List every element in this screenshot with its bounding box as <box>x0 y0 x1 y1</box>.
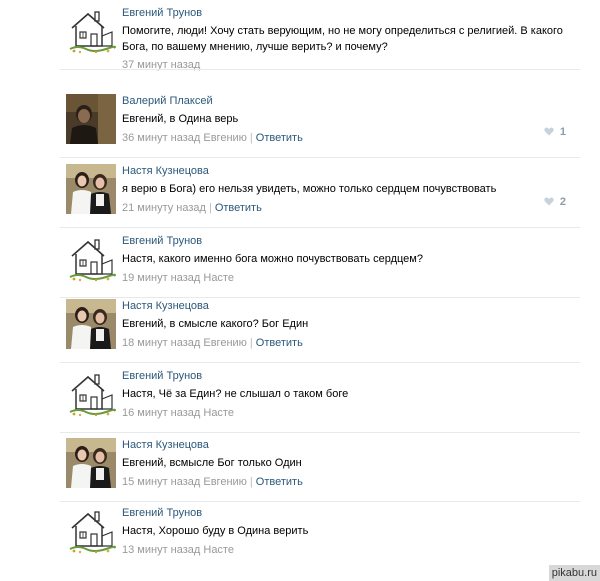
comment-text: Евгений, в смысле какого? Бог Един <box>122 318 309 330</box>
comment-item: Настя Кузнецова я верю в Бога) его нельзя… <box>0 158 590 228</box>
comment-meta: 13 минут назад Насте <box>122 543 572 557</box>
avatar[interactable] <box>66 438 116 488</box>
comment-author-link[interactable]: Валерий Плаксей <box>122 94 213 108</box>
house-drawing-avatar-image <box>66 234 116 284</box>
avatar[interactable] <box>66 164 116 214</box>
comment-content: Евгений Трунов Настя, Чё за Един? не слыш… <box>122 369 572 420</box>
house-drawing-avatar-image <box>66 506 116 556</box>
comment-author-link[interactable]: Евгений Трунов <box>122 369 202 383</box>
two-girls-photo-avatar-image <box>66 299 116 349</box>
reply-link[interactable]: Ответить <box>256 476 303 488</box>
heart-icon <box>544 127 554 136</box>
comment-meta: 15 минут назад Евгению | Ответить <box>122 475 572 489</box>
avatar[interactable] <box>66 94 116 144</box>
comment-timestamp[interactable]: 36 минут назад Евгению <box>122 132 247 144</box>
comment-content: Евгений Трунов Настя, какого именно бога … <box>122 234 572 285</box>
comment-content: Настя Кузнецова Евгений, в смысле какого?… <box>122 299 572 350</box>
comment-meta: 16 минут назад Насте <box>122 406 572 420</box>
two-girls-photo-avatar-image <box>66 438 116 488</box>
meta-separator: | <box>208 201 212 214</box>
comment-timestamp[interactable]: 13 минут назад Насте <box>122 544 234 556</box>
comment-author-link[interactable]: Настя Кузнецова <box>122 164 209 178</box>
comment-meta: 21 минуту назад | Ответить <box>122 201 572 215</box>
comment-timestamp[interactable]: 21 минуту назад <box>122 202 206 214</box>
comment-text: Настя, Чё за Един? не слышал о таком бог… <box>122 388 349 400</box>
comment-text: я верю в Бога) его нельзя увидеть, можно… <box>122 183 497 195</box>
avatar[interactable] <box>66 506 116 556</box>
like-button[interactable]: 2 <box>544 196 566 208</box>
reply-link[interactable]: Ответить <box>256 132 303 144</box>
comment-meta: 18 минут назад Евгению | Ответить <box>122 336 572 350</box>
dark-photo-avatar-image <box>66 94 116 144</box>
watermark: pikabu.ru <box>548 565 600 581</box>
comment-item: Евгений Трунов Помогите, люди! Хочу стать… <box>0 0 590 72</box>
comment-content: Валерий Плаксей Евгений, в Одина верь 36 м… <box>122 94 572 145</box>
reply-link[interactable]: Ответить <box>215 202 262 214</box>
reply-link[interactable]: Ответить <box>256 337 303 349</box>
like-count: 1 <box>559 126 566 138</box>
comment-meta: 36 минут назад Евгению | Ответить <box>122 131 572 145</box>
two-girls-photo-avatar-image <box>66 164 116 214</box>
house-drawing-avatar-image <box>66 369 116 419</box>
meta-separator: | <box>249 131 253 144</box>
comment-timestamp[interactable]: 19 минут назад Насте <box>122 272 234 284</box>
comment-item: Настя Кузнецова Евгений, в смысле какого?… <box>0 293 590 363</box>
comment-author-link[interactable]: Настя Кузнецова <box>122 299 209 313</box>
like-count: 2 <box>559 196 566 208</box>
avatar[interactable] <box>66 234 116 284</box>
avatar[interactable] <box>66 6 116 56</box>
avatar[interactable] <box>66 369 116 419</box>
comment-author-link[interactable]: Настя Кузнецова <box>122 438 209 452</box>
avatar[interactable] <box>66 299 116 349</box>
comment-content: Евгений Трунов Помогите, люди! Хочу стать… <box>122 6 572 72</box>
comment-text: Настя, Хорошо буду в Одина верить <box>122 525 309 537</box>
like-button[interactable]: 1 <box>544 126 566 138</box>
comment-author-link[interactable]: Евгений Трунов <box>122 234 202 248</box>
comment-timestamp[interactable]: 18 минут назад Евгению <box>122 337 247 349</box>
comment-content: Настя Кузнецова я верю в Бога) его нельзя… <box>122 164 572 215</box>
comment-content: Евгений Трунов Настя, Хорошо буду в Одина… <box>122 506 572 557</box>
comment-text: Настя, какого именно бога можно почувств… <box>122 253 423 265</box>
meta-separator: | <box>249 336 253 349</box>
comment-text: Евгений, в Одина верь <box>122 113 239 125</box>
comments-feed: Евгений Трунов Помогите, люди! Хочу стать… <box>0 0 590 581</box>
comment-text: Помогите, люди! Хочу стать верующим, но … <box>122 25 563 53</box>
comment-item: Евгений Трунов Настя, какого именно бога … <box>0 228 590 298</box>
comment-item: Евгений Трунов Настя, Хорошо буду в Одина… <box>0 500 590 570</box>
comment-timestamp[interactable]: 16 минут назад Насте <box>122 407 234 419</box>
comment-content: Настя Кузнецова Евгений, всмысле Бог толь… <box>122 438 572 489</box>
comment-item: Евгений Трунов Настя, Чё за Един? не слыш… <box>0 363 590 433</box>
divider <box>60 69 580 70</box>
house-drawing-avatar-image <box>66 6 116 56</box>
comment-meta: 19 минут назад Насте <box>122 271 572 285</box>
comment-timestamp[interactable]: 15 минут назад Евгению <box>122 476 247 488</box>
comment-author-link[interactable]: Евгений Трунов <box>122 506 202 520</box>
comment-author-link[interactable]: Евгений Трунов <box>122 6 202 20</box>
comment-item: Настя Кузнецова Евгений, всмысле Бог толь… <box>0 432 590 502</box>
heart-icon <box>544 197 554 206</box>
meta-separator: | <box>249 475 253 488</box>
comment-text: Евгений, всмысле Бог только Один <box>122 457 302 469</box>
comment-item: Валерий Плаксей Евгений, в Одина верь 36 м… <box>0 88 590 158</box>
